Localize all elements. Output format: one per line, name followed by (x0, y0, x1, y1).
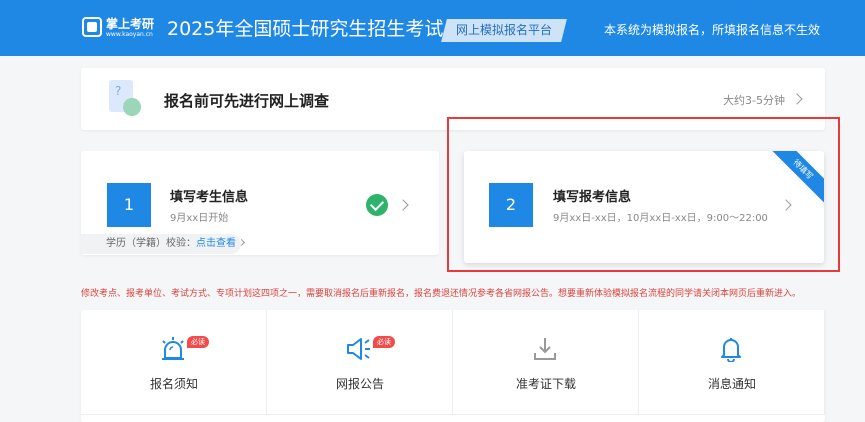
shortcut-label: 消息通知 (707, 377, 756, 391)
step-title: 填写考生信息 (170, 190, 249, 205)
divider (81, 414, 825, 415)
survey-title: 报名前可先进行网上调查 (164, 92, 330, 110)
must-read-badge: 必读 (187, 336, 209, 348)
platform-tag: 网上模拟报名平台 (441, 19, 567, 42)
logo-name: 掌上考研 (106, 17, 155, 31)
chevron-right-icon (791, 93, 803, 105)
check-circle-icon (366, 194, 388, 216)
notice-text: 修改考点、报考单位、考试方式、专项计划这四项之一，需要取消报名后重新报名，报名费… (81, 289, 802, 299)
top-header: 掌上考研 www.kaoyan.cn 2025年全国硕士研究生招生考试 网上模拟… (0, 0, 865, 56)
chevron-right-icon (397, 199, 409, 211)
shortcut-label: 报名须知 (149, 377, 198, 391)
logo-icon (82, 17, 102, 37)
shortcut-admission-ticket[interactable]: 准考证下载 (453, 310, 639, 414)
shortcut-grid: 必读 报名须知 必读 网报公告 准考证下载 消息通知 (81, 310, 825, 422)
alarm-icon (162, 337, 184, 360)
verify-label: 学历（学籍）校验： (106, 238, 196, 249)
shortcut-label: 准考证下载 (515, 377, 576, 391)
header-note: 本系统为模拟报名，所填报名信息不生效 (604, 23, 821, 37)
chevron-right-icon (237, 238, 246, 247)
must-read-badge: 必读 (373, 336, 395, 348)
verify-link[interactable]: 点击查看 (196, 238, 236, 249)
step-subtitle: 9月xx日开始 (170, 213, 229, 224)
shortcut-notifications[interactable]: 消息通知 (639, 310, 825, 414)
survey-time: 大约3-5分钟 (723, 94, 785, 107)
bell-icon (721, 338, 741, 362)
download-icon (534, 338, 556, 360)
page-title: 2025年全国硕士研究生招生考试 (167, 18, 444, 40)
highlight-box (447, 117, 840, 272)
logo[interactable]: 掌上考研 www.kaoyan.cn (82, 15, 155, 41)
verify-bar: 学历（学籍）校验：点击查看 (81, 234, 246, 254)
step-number: 1 (107, 183, 151, 227)
logo-url: www.kaoyan.cn (106, 31, 153, 38)
shortcut-registration-notice[interactable]: 必读 报名须知 (81, 310, 267, 414)
shortcut-label: 网报公告 (335, 377, 384, 391)
shortcut-announcement[interactable]: 必读 网报公告 (267, 310, 453, 414)
step-card-1[interactable]: 1 填写考生信息 9月xx日开始 学历（学籍）校验：点击查看 (81, 151, 439, 255)
megaphone-icon (347, 338, 370, 360)
survey-icon (103, 76, 143, 122)
